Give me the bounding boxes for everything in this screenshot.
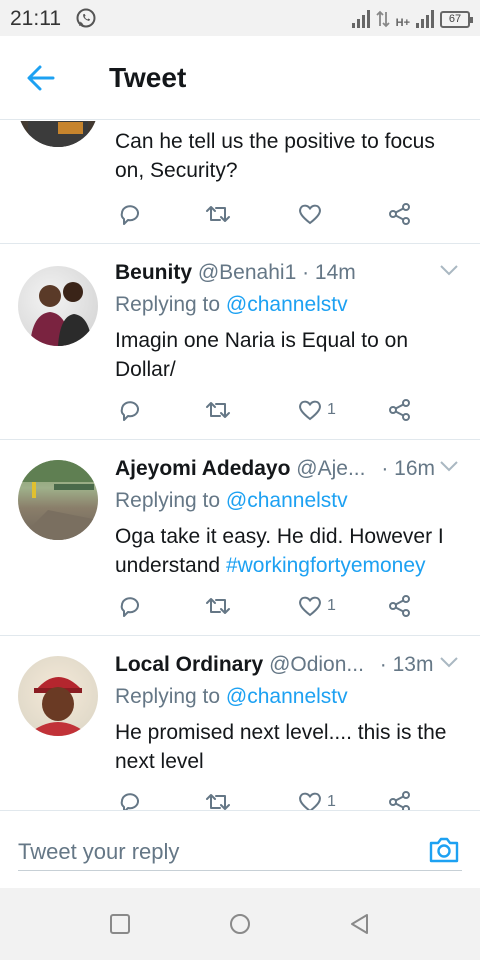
tweet-item[interactable]: Ajeyomi Adedayo @Aje... · 16m Replying t… bbox=[0, 440, 480, 636]
retweet-button[interactable] bbox=[205, 789, 231, 810]
share-icon bbox=[389, 791, 410, 810]
retweet-icon bbox=[206, 794, 230, 810]
retweet-icon bbox=[206, 402, 230, 418]
app-header: Tweet bbox=[0, 36, 480, 120]
retweet-button[interactable] bbox=[205, 593, 231, 619]
tweet-text: Oga take it easy. He did. However I unde… bbox=[115, 522, 460, 580]
replying-to-label: Replying to bbox=[115, 685, 221, 708]
heart-icon bbox=[299, 596, 321, 617]
like-button[interactable]: 1 bbox=[297, 397, 336, 423]
tweet-item[interactable]: Local Ordinary @Odion... · 13m Replying … bbox=[0, 636, 480, 810]
avatar[interactable] bbox=[18, 121, 98, 147]
reply-button[interactable] bbox=[117, 397, 143, 423]
page-title: Tweet bbox=[109, 62, 187, 93]
share-icon bbox=[389, 203, 410, 225]
retweet-icon bbox=[206, 598, 230, 614]
tweet-header: Beunity @Benahi1 · 14m bbox=[115, 260, 445, 286]
avatar[interactable] bbox=[18, 266, 98, 346]
battery-icon: 67 bbox=[440, 11, 473, 28]
reply-feed[interactable]: Can he tell us the positive to focus on,… bbox=[0, 121, 480, 810]
tweet-text: He promised next level.... this is the n… bbox=[115, 721, 447, 773]
display-name[interactable]: Local Ordinary bbox=[115, 653, 263, 676]
reply-input-placeholder: Tweet your reply bbox=[18, 839, 180, 864]
tweet-time: · 13m bbox=[379, 653, 434, 676]
display-name[interactable]: Ajeyomi Adedayo bbox=[115, 457, 290, 480]
user-handle[interactable]: @Odion... bbox=[269, 653, 364, 676]
tweet-actions: 1 bbox=[117, 789, 417, 810]
arrow-left-icon[interactable] bbox=[26, 64, 56, 92]
like-button[interactable]: 1 bbox=[297, 593, 336, 619]
share-button[interactable] bbox=[387, 789, 413, 810]
signal-icon bbox=[351, 10, 370, 28]
reply-icon bbox=[120, 205, 139, 225]
heart-icon bbox=[299, 204, 321, 225]
share-icon bbox=[389, 595, 410, 617]
tweet-actions: 1 bbox=[117, 397, 417, 423]
chevron-down-icon[interactable] bbox=[440, 264, 458, 276]
replying-to-link[interactable]: @channelstv bbox=[226, 685, 348, 708]
tweet-text: Imagin one Naria is Equal to on Dollar/ bbox=[115, 329, 409, 381]
reply-button[interactable] bbox=[117, 789, 143, 810]
status-icons: H+ 67 bbox=[351, 8, 473, 29]
battery-level: 67 bbox=[448, 13, 462, 25]
home-icon[interactable] bbox=[228, 912, 252, 936]
chevron-down-icon[interactable] bbox=[440, 656, 458, 668]
share-button[interactable] bbox=[387, 201, 413, 227]
replying-to: Replying to @channelstv bbox=[115, 292, 348, 318]
heart-icon bbox=[299, 792, 321, 810]
user-handle[interactable]: @Aje... bbox=[296, 457, 365, 480]
tweet-time: · 14m bbox=[302, 261, 356, 284]
like-count: 1 bbox=[327, 401, 336, 418]
back-nav-icon[interactable] bbox=[348, 912, 372, 936]
tweet-header: Ajeyomi Adedayo @Aje... · 16m bbox=[115, 456, 445, 482]
whatsapp-icon bbox=[76, 8, 96, 28]
heart-icon bbox=[299, 400, 321, 421]
replying-to-label: Replying to bbox=[115, 293, 221, 316]
share-button[interactable] bbox=[387, 593, 413, 619]
reply-input[interactable]: Tweet your reply bbox=[18, 831, 462, 871]
tweet-header: Local Ordinary @Odion... · 13m bbox=[115, 652, 445, 678]
retweet-icon bbox=[206, 206, 230, 222]
reply-icon bbox=[120, 401, 139, 421]
reply-icon bbox=[120, 793, 139, 810]
avatar[interactable] bbox=[18, 656, 98, 736]
tweet-actions: 1 bbox=[117, 593, 417, 619]
network-type: H+ bbox=[395, 17, 410, 29]
tweet-actions bbox=[117, 201, 417, 227]
status-bar: 21:11 H+ 67 bbox=[0, 0, 480, 36]
tweet-item[interactable]: Can he tell us the positive to focus on,… bbox=[0, 121, 480, 244]
replying-to-label: Replying to bbox=[115, 489, 221, 512]
replying-to-link[interactable]: @channelstv bbox=[226, 293, 348, 316]
user-handle[interactable]: @Benahi1 bbox=[198, 261, 296, 284]
tweet-time: · 16m bbox=[381, 457, 435, 480]
retweet-button[interactable] bbox=[205, 397, 231, 423]
like-count: 1 bbox=[327, 793, 336, 810]
share-icon bbox=[389, 399, 410, 421]
share-button[interactable] bbox=[387, 397, 413, 423]
signal-icon-2 bbox=[416, 10, 434, 28]
replying-to: Replying to @channelstv bbox=[115, 684, 348, 710]
retweet-button[interactable] bbox=[205, 201, 231, 227]
reply-button[interactable] bbox=[117, 201, 143, 227]
status-time: 21:11 bbox=[10, 7, 61, 30]
reply-icon bbox=[120, 597, 139, 617]
system-nav-bar bbox=[0, 888, 480, 960]
chevron-down-icon[interactable] bbox=[440, 460, 458, 472]
avatar[interactable] bbox=[18, 460, 98, 540]
like-button[interactable]: 1 bbox=[297, 789, 336, 810]
camera-icon[interactable] bbox=[428, 835, 460, 865]
tweet-text: Can he tell us the positive to focus on,… bbox=[115, 130, 435, 182]
tweet-item[interactable]: Beunity @Benahi1 · 14m Replying to @chan… bbox=[0, 244, 480, 440]
replying-to-link[interactable]: @channelstv bbox=[226, 489, 348, 512]
like-button[interactable] bbox=[297, 201, 327, 227]
display-name[interactable]: Beunity bbox=[115, 261, 192, 284]
hashtag-link[interactable]: #workingfortyemoney bbox=[226, 554, 426, 577]
reply-composer: Tweet your reply bbox=[0, 810, 480, 888]
reply-button[interactable] bbox=[117, 593, 143, 619]
recents-icon[interactable] bbox=[108, 912, 132, 936]
like-count: 1 bbox=[327, 597, 336, 614]
data-arrows-icon bbox=[375, 10, 390, 28]
replying-to: Replying to @channelstv bbox=[115, 488, 348, 514]
